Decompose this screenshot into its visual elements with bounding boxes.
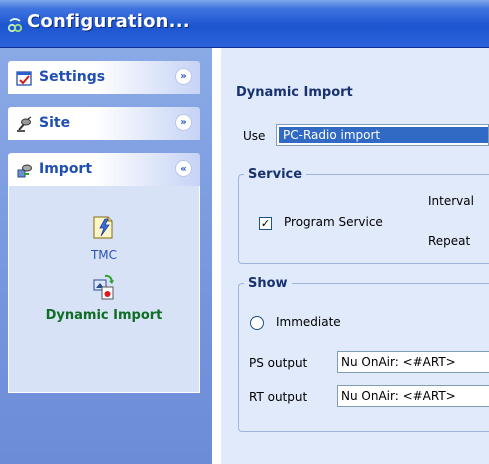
- use-select[interactable]: PC-Radio import: [276, 124, 489, 146]
- sidebar-item-dynamic-import[interactable]: Dynamic Import: [9, 274, 199, 323]
- window-title: Configuration...: [27, 11, 190, 32]
- page-title: Dynamic Import: [236, 85, 353, 100]
- chevron-down-icon[interactable]: »: [175, 114, 192, 131]
- show-legend: Show: [248, 276, 288, 291]
- sidebar-group-site[interactable]: Site »: [8, 107, 200, 140]
- program-service-label: Program Service: [284, 215, 383, 229]
- sidebar-item-label: TMC: [90, 248, 118, 262]
- sidebar-item-label: Dynamic Import: [45, 308, 163, 323]
- chevron-up-icon[interactable]: »: [175, 160, 192, 177]
- sidebar-group-label: Site: [39, 115, 71, 131]
- program-service-checkbox[interactable]: ✓: [259, 217, 272, 230]
- sidebar-group-settings[interactable]: Settings »: [8, 61, 200, 94]
- import-group-content: TMC Dynamic Import: [8, 186, 200, 393]
- sidebar: Settings » Site » Import » TMC Dynamic I…: [0, 48, 212, 464]
- app-icon: [7, 18, 23, 33]
- immediate-label: Immediate: [276, 315, 341, 329]
- sidebar-group-import[interactable]: Import »: [8, 153, 200, 186]
- dynamic-import-icon: [93, 274, 114, 300]
- immediate-radio[interactable]: [250, 316, 264, 330]
- ps-output-label: PS output: [249, 356, 308, 370]
- site-icon: [17, 116, 32, 132]
- sidebar-item-tmc[interactable]: TMC: [9, 214, 199, 262]
- sidebar-group-label: Import: [39, 161, 93, 177]
- settings-icon: [16, 71, 32, 86]
- rt-output-field[interactable]: Nu OnAir: <#ART>: [337, 385, 489, 407]
- show-group: Show Immediate PS output Nu OnAir: <#ART…: [238, 276, 489, 432]
- ps-output-field[interactable]: Nu OnAir: <#ART>: [337, 351, 489, 373]
- service-group: Service ✓ Program Service Interval Repea…: [238, 167, 489, 264]
- chevron-down-icon[interactable]: »: [175, 68, 192, 85]
- sidebar-group-label: Settings: [39, 69, 106, 85]
- interval-label: Interval: [428, 194, 474, 208]
- dynamic-import-panel: Dynamic Import Use PC-Radio import Servi…: [221, 48, 489, 464]
- title-bar: Configuration...: [0, 0, 489, 48]
- use-select-value: PC-Radio import: [279, 127, 488, 143]
- import-icon: [17, 164, 32, 178]
- repeat-label: Repeat: [428, 234, 471, 248]
- rt-output-label: RT output: [249, 390, 308, 404]
- service-legend: Service: [248, 167, 303, 182]
- use-label: Use: [243, 129, 266, 143]
- tmc-icon: [93, 216, 113, 239]
